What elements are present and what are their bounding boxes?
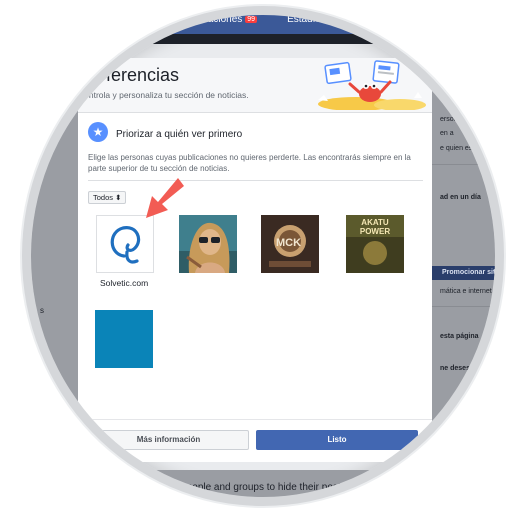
tab-partial-label: He bbox=[370, 14, 384, 25]
promote-site-bar[interactable]: Promocionar sitio bbox=[432, 266, 502, 280]
background-right-item: en a bbox=[440, 130, 454, 137]
more-info-button[interactable]: Más información bbox=[88, 430, 249, 450]
promote-site-label: Promocionar sitio bbox=[442, 269, 502, 276]
chevron-down-icon: ⬍ bbox=[115, 193, 122, 202]
background-left-text: s bbox=[40, 306, 44, 315]
filter-dropdown[interactable]: Todos ⬍ bbox=[88, 191, 127, 204]
solvetic-logo-icon bbox=[110, 226, 141, 264]
tab-notifications[interactable]: Notificaciones 99 bbox=[180, 14, 258, 25]
tab-statistics[interactable]: Estadísticas bbox=[287, 14, 341, 25]
background-right-item: esta página bbox=[440, 333, 479, 340]
background-left-column: s bbox=[31, 44, 78, 497]
background-right-item: ne desespero el bbox=[440, 365, 493, 372]
page-name-solvetic: Solvetic.com bbox=[100, 278, 149, 288]
page-tile-akatu-power[interactable]: AKATU POWER bbox=[346, 215, 404, 273]
tab-notifications-label: Notificaciones bbox=[180, 14, 243, 25]
svg-text:MCK: MCK bbox=[276, 237, 301, 249]
notification-badge: 99 bbox=[245, 16, 258, 23]
mck-cover-icon: MCK bbox=[261, 215, 319, 273]
akatu-text: AKATU bbox=[361, 218, 389, 227]
background-right-item: e quien esto bbox=[440, 145, 479, 152]
preferences-dialog: Preferencias Controla y personaliza tu s… bbox=[78, 58, 432, 462]
dialog-title: Preferencias bbox=[78, 65, 180, 85]
pointer-arrow-icon bbox=[146, 178, 184, 218]
page-tile-blue[interactable] bbox=[95, 310, 153, 368]
done-button[interactable]: Listo bbox=[256, 430, 418, 450]
unfollow-people-link[interactable]: Unfollow people and groups to hide their… bbox=[140, 482, 346, 493]
background-divider bbox=[432, 306, 495, 307]
background-right-item: ersonas gusta s bbox=[440, 116, 490, 123]
page-tile-mck[interactable]: MCK bbox=[261, 215, 319, 273]
footer-divider bbox=[78, 419, 432, 420]
secondary-bar bbox=[31, 34, 495, 44]
section-description: Elige las personas cuyas publicaciones n… bbox=[88, 153, 411, 173]
header-illustration-icon bbox=[318, 60, 426, 110]
magnifier-frame: Notificaciones 99 Estadísticas He s erso… bbox=[22, 6, 504, 506]
filter-dropdown-label: Todos bbox=[93, 193, 114, 202]
background-right-column: ersonas gusta s en a e quien esto ad en … bbox=[432, 44, 502, 497]
background-right-item: mática e internet bbox=[440, 288, 492, 295]
power-text: POWER bbox=[360, 227, 390, 236]
background-right-item: nuto bbox=[440, 411, 456, 418]
tab-partial[interactable]: He bbox=[370, 14, 384, 25]
star-icon: ★ bbox=[88, 122, 108, 142]
background-right-item: ad en un día bbox=[440, 194, 481, 201]
dialog-header: Preferencias Controla y personaliza tu s… bbox=[78, 58, 432, 113]
top-navigation-bar: Notificaciones 99 Estadísticas He bbox=[31, 14, 495, 34]
section-title: Priorizar a quién ver primero bbox=[116, 129, 243, 140]
background-bottom-strip: Unfollow people and groups to hide their… bbox=[78, 470, 432, 497]
dialog-subtitle: Controla y personaliza tu sección de not… bbox=[78, 90, 249, 100]
akatu-power-cover-icon: AKATU POWER bbox=[346, 215, 404, 273]
background-divider bbox=[432, 164, 495, 165]
tab-statistics-label: Estadísticas bbox=[287, 14, 341, 25]
